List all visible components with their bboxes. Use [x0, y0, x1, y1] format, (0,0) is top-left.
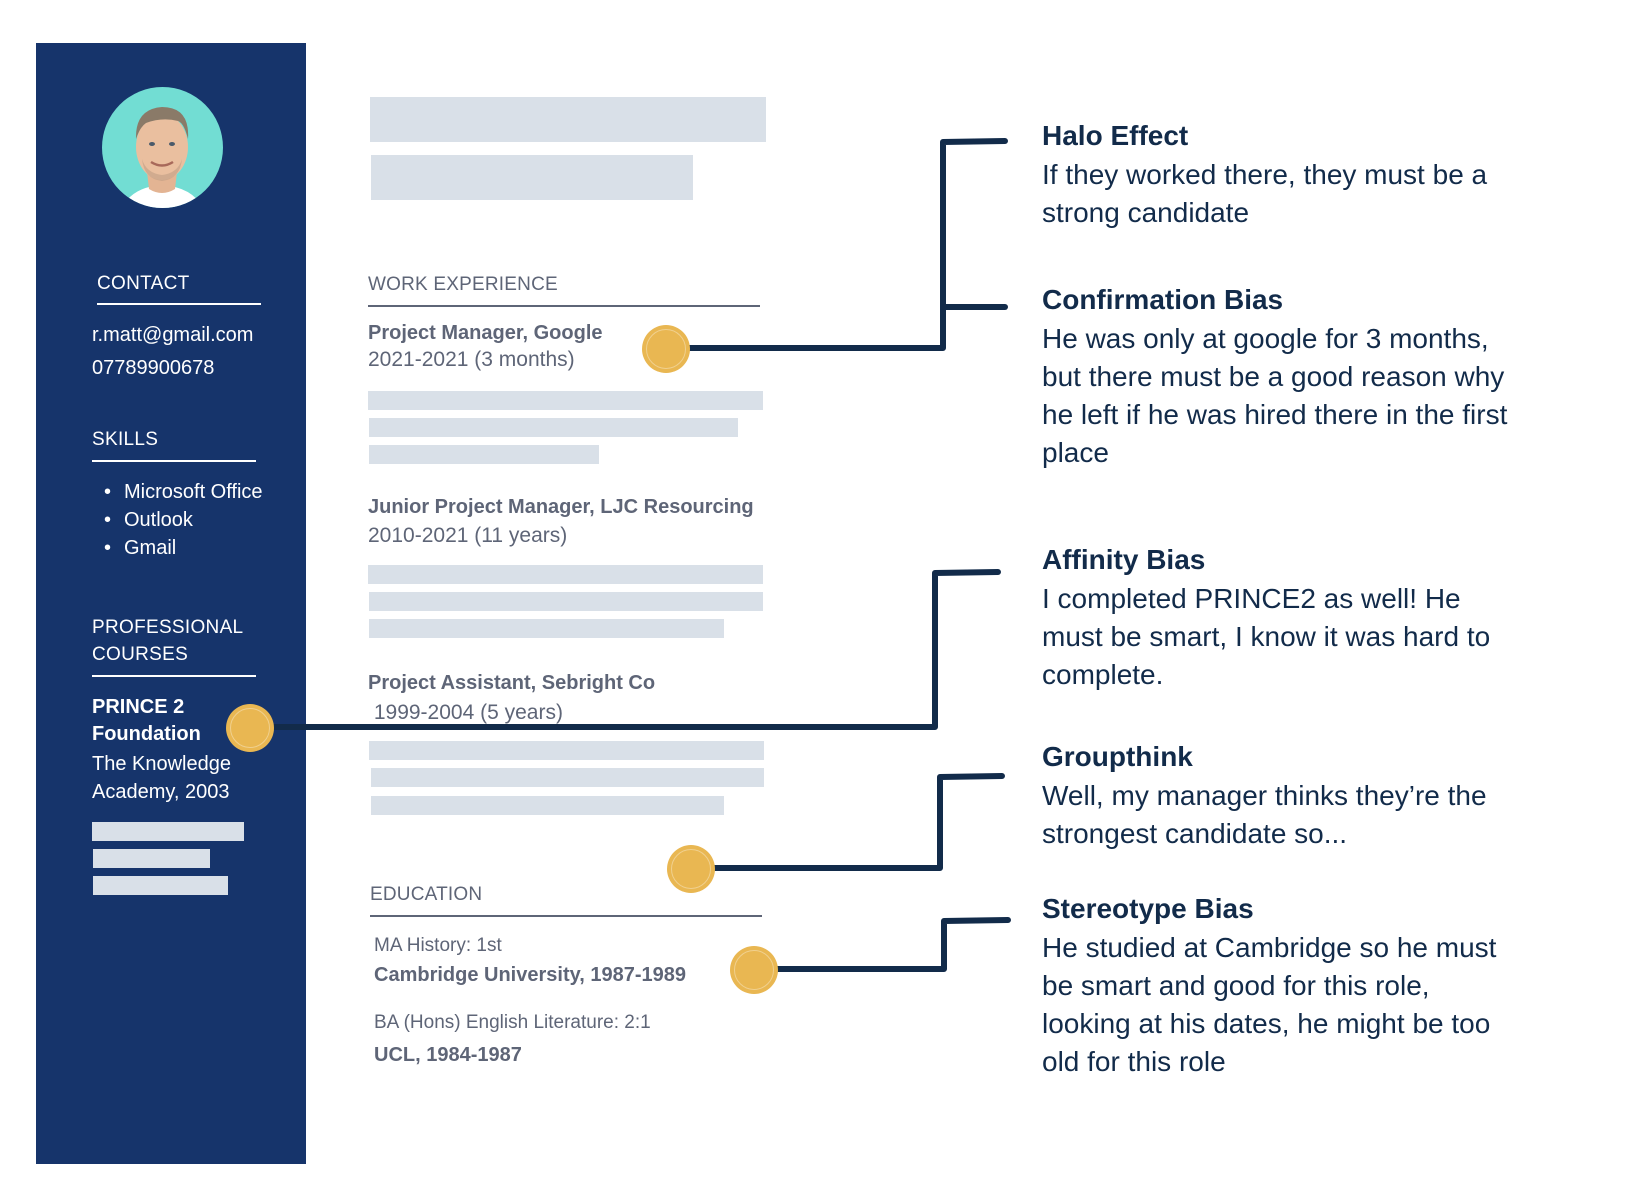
bias-line: but there must be a good reason why: [1042, 361, 1505, 392]
bias-line: looking at his dates, he might be too: [1042, 1008, 1491, 1039]
bias-line: He was only at google for 3 months,: [1042, 323, 1489, 354]
bias-line: strong candidate: [1042, 197, 1250, 228]
bias-card-stereotype: Stereotype Bias He studied at Cambridge …: [1042, 893, 1602, 1081]
affinity-connector: [267, 569, 1001, 730]
bias-line: be smart and good for this role,: [1042, 970, 1430, 1001]
bias-title: Confirmation Bias: [1042, 284, 1284, 315]
bias-line: strongest candidate so...: [1042, 818, 1348, 849]
bias-line: must be smart, I know it was hard to: [1042, 621, 1491, 652]
marker-dot-prince2: [226, 704, 274, 752]
bias-title: Stereotype Bias: [1042, 893, 1254, 924]
bias-line: He studied at Cambridge so he must: [1042, 932, 1497, 963]
bias-card-confirmation: Confirmation Bias He was only at google …: [1042, 284, 1602, 472]
bias-description: I completed PRINCE2 as well! He must be …: [1042, 580, 1602, 694]
bias-description: If they worked there, they must be a str…: [1042, 156, 1602, 232]
bias-line: Well, my manager thinks they’re the: [1042, 780, 1487, 811]
halo-confirmation-connector: [685, 138, 1008, 351]
bias-card-halo: Halo Effect If they worked there, they m…: [1042, 120, 1602, 232]
bias-card-affinity: Affinity Bias I completed PRINCE2 as wel…: [1042, 544, 1602, 694]
bias-line: he left if he was hired there in the fir…: [1042, 399, 1508, 430]
bias-line: If they worked there, they must be a: [1042, 159, 1488, 190]
marker-dot-google: [642, 325, 690, 373]
stereotype-connector: [773, 917, 1011, 972]
bias-description: Well, my manager thinks they’re the stro…: [1042, 777, 1602, 853]
bias-card-groupthink: Groupthink Well, my manager thinks they’…: [1042, 741, 1602, 853]
bias-title: Halo Effect: [1042, 120, 1189, 151]
bias-line: complete.: [1042, 659, 1164, 690]
marker-dot-cambridge: [730, 946, 778, 994]
bias-description: He studied at Cambridge so he must be sm…: [1042, 929, 1602, 1081]
bias-line: I completed PRINCE2 as well! He: [1042, 583, 1461, 614]
marker-dot-groupthink: [667, 845, 715, 893]
bias-line: old for this role: [1042, 1046, 1226, 1077]
bias-title: Affinity Bias: [1042, 544, 1206, 575]
groupthink-connector: [711, 773, 1005, 871]
bias-line: place: [1042, 437, 1109, 468]
bias-description: He was only at google for 3 months, but …: [1042, 320, 1602, 472]
bias-title: Groupthink: [1042, 741, 1193, 772]
